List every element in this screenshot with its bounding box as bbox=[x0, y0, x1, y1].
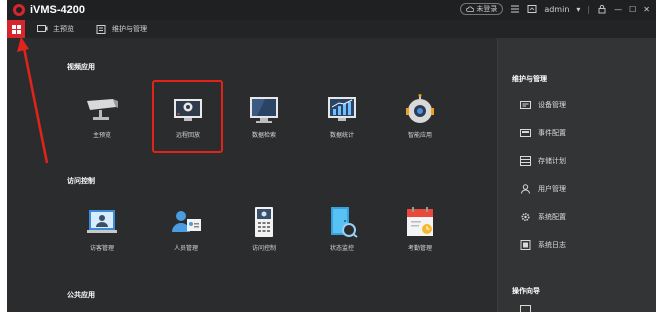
sidebar-item-label: 系统配置 bbox=[538, 213, 566, 221]
sidebar-item-label: 事件配置 bbox=[538, 129, 566, 137]
close-button[interactable]: ✕ bbox=[643, 5, 650, 14]
log-icon bbox=[520, 240, 531, 250]
sidebar-item-label: 存储计划 bbox=[538, 157, 566, 165]
app-status-monitoring[interactable]: 状态监控 bbox=[307, 206, 377, 252]
app-access-control[interactable]: 访问控制 bbox=[229, 206, 299, 252]
event-icon bbox=[520, 129, 531, 137]
person-card-icon bbox=[167, 206, 205, 238]
section-title-video: 视频应用 bbox=[67, 63, 95, 71]
user-icon bbox=[521, 184, 530, 194]
guide-icon bbox=[520, 305, 531, 312]
annotation-arrow bbox=[17, 37, 49, 164]
device-icon bbox=[520, 101, 531, 109]
section-title-access: 访问控制 bbox=[67, 177, 95, 185]
sidebar-item-label: 设备管理 bbox=[538, 101, 566, 109]
app-label: 数据检索 bbox=[251, 132, 276, 139]
app-data-statistics[interactable]: 数据统计 bbox=[307, 93, 377, 139]
maximize-button[interactable]: ☐ bbox=[629, 5, 636, 14]
cloud-icon bbox=[466, 6, 475, 12]
app-window: iVMS-4200 未登录 admin ▾ | — ☐ ✕ 主预览 维护与管理 … bbox=[7, 0, 656, 312]
storage-icon bbox=[520, 156, 531, 166]
settings-icon bbox=[521, 212, 530, 222]
app-label: 访问控制 bbox=[251, 245, 276, 252]
app-label: 访客管理 bbox=[89, 245, 114, 252]
app-label: 人员管理 bbox=[173, 245, 198, 252]
title-separator: | bbox=[587, 4, 591, 14]
sidebar-title: 维护与管理 bbox=[512, 75, 547, 83]
app-person-management[interactable]: 人员管理 bbox=[151, 206, 221, 252]
list-icon[interactable] bbox=[510, 4, 520, 14]
app-visitor-management[interactable]: 访客管理 bbox=[67, 206, 137, 252]
robot-icon bbox=[401, 93, 439, 125]
login-status-button[interactable]: 未登录 bbox=[460, 3, 504, 15]
visitor-icon bbox=[83, 206, 121, 238]
stats-icon bbox=[323, 93, 361, 125]
intercom-icon bbox=[245, 206, 283, 238]
app-label: 数据统计 bbox=[329, 132, 354, 139]
app-label: 状态监控 bbox=[329, 245, 354, 252]
title-bar: iVMS-4200 未登录 admin ▾ | — ☐ ✕ bbox=[7, 0, 656, 20]
screen-icon[interactable] bbox=[527, 4, 537, 14]
app-label: 主预览 bbox=[92, 132, 111, 139]
door-monitor-icon bbox=[323, 206, 361, 238]
sidebar-item-event-config[interactable]: 事件配置 bbox=[520, 128, 566, 138]
search-monitor-icon bbox=[245, 93, 283, 125]
sidebar-guide-item[interactable] bbox=[520, 304, 531, 312]
camera-icon bbox=[83, 93, 121, 125]
sidebar-item-label: 用户管理 bbox=[538, 185, 566, 193]
sidebar-maintenance: 维护与管理 设备管理 事件配置 存储计划 用户管理 系统配置 系统日志 操作向导 bbox=[497, 38, 656, 312]
tab-label: 维护与管理 bbox=[112, 25, 147, 33]
sidebar-item-label: 系统日志 bbox=[538, 241, 566, 249]
section-title-public: 公共应用 bbox=[67, 291, 95, 299]
login-status-label: 未登录 bbox=[476, 4, 498, 13]
app-smart-application[interactable]: 智能应用 bbox=[385, 93, 455, 139]
app-label: 智能应用 bbox=[407, 132, 432, 139]
app-label: 考勤管理 bbox=[407, 245, 432, 252]
calendar-icon bbox=[401, 206, 439, 238]
app-main-preview[interactable]: 主预览 bbox=[67, 93, 137, 139]
highlight-box bbox=[152, 80, 223, 153]
sidebar-item-system-log[interactable]: 系统日志 bbox=[520, 240, 566, 250]
app-data-search[interactable]: 数据检索 bbox=[229, 93, 299, 139]
title-bar-controls: 未登录 admin ▾ | — ☐ ✕ bbox=[460, 3, 650, 15]
wrench-icon bbox=[96, 24, 106, 34]
main-panel: 视频应用 主预览 远程回放 数据检索 数据统计 智能应用 访问控制 访客管理 人… bbox=[7, 38, 497, 312]
sidebar-item-device-management[interactable]: 设备管理 bbox=[520, 100, 566, 110]
tab-maintenance[interactable]: 维护与管理 bbox=[96, 24, 147, 34]
user-name[interactable]: admin bbox=[544, 5, 569, 14]
sidebar-item-system-config[interactable]: 系统配置 bbox=[520, 212, 566, 222]
app-attendance-management[interactable]: 考勤管理 bbox=[385, 206, 455, 252]
sidebar-item-user-management[interactable]: 用户管理 bbox=[520, 184, 566, 194]
lock-icon[interactable] bbox=[597, 4, 607, 14]
minimize-button[interactable]: — bbox=[614, 5, 622, 14]
sidebar-guide-title: 操作向导 bbox=[512, 287, 540, 295]
tab-bar: 主预览 维护与管理 bbox=[7, 20, 656, 38]
user-menu-caret[interactable]: ▾ bbox=[576, 5, 580, 14]
sidebar-item-storage-plan[interactable]: 存储计划 bbox=[520, 156, 566, 166]
